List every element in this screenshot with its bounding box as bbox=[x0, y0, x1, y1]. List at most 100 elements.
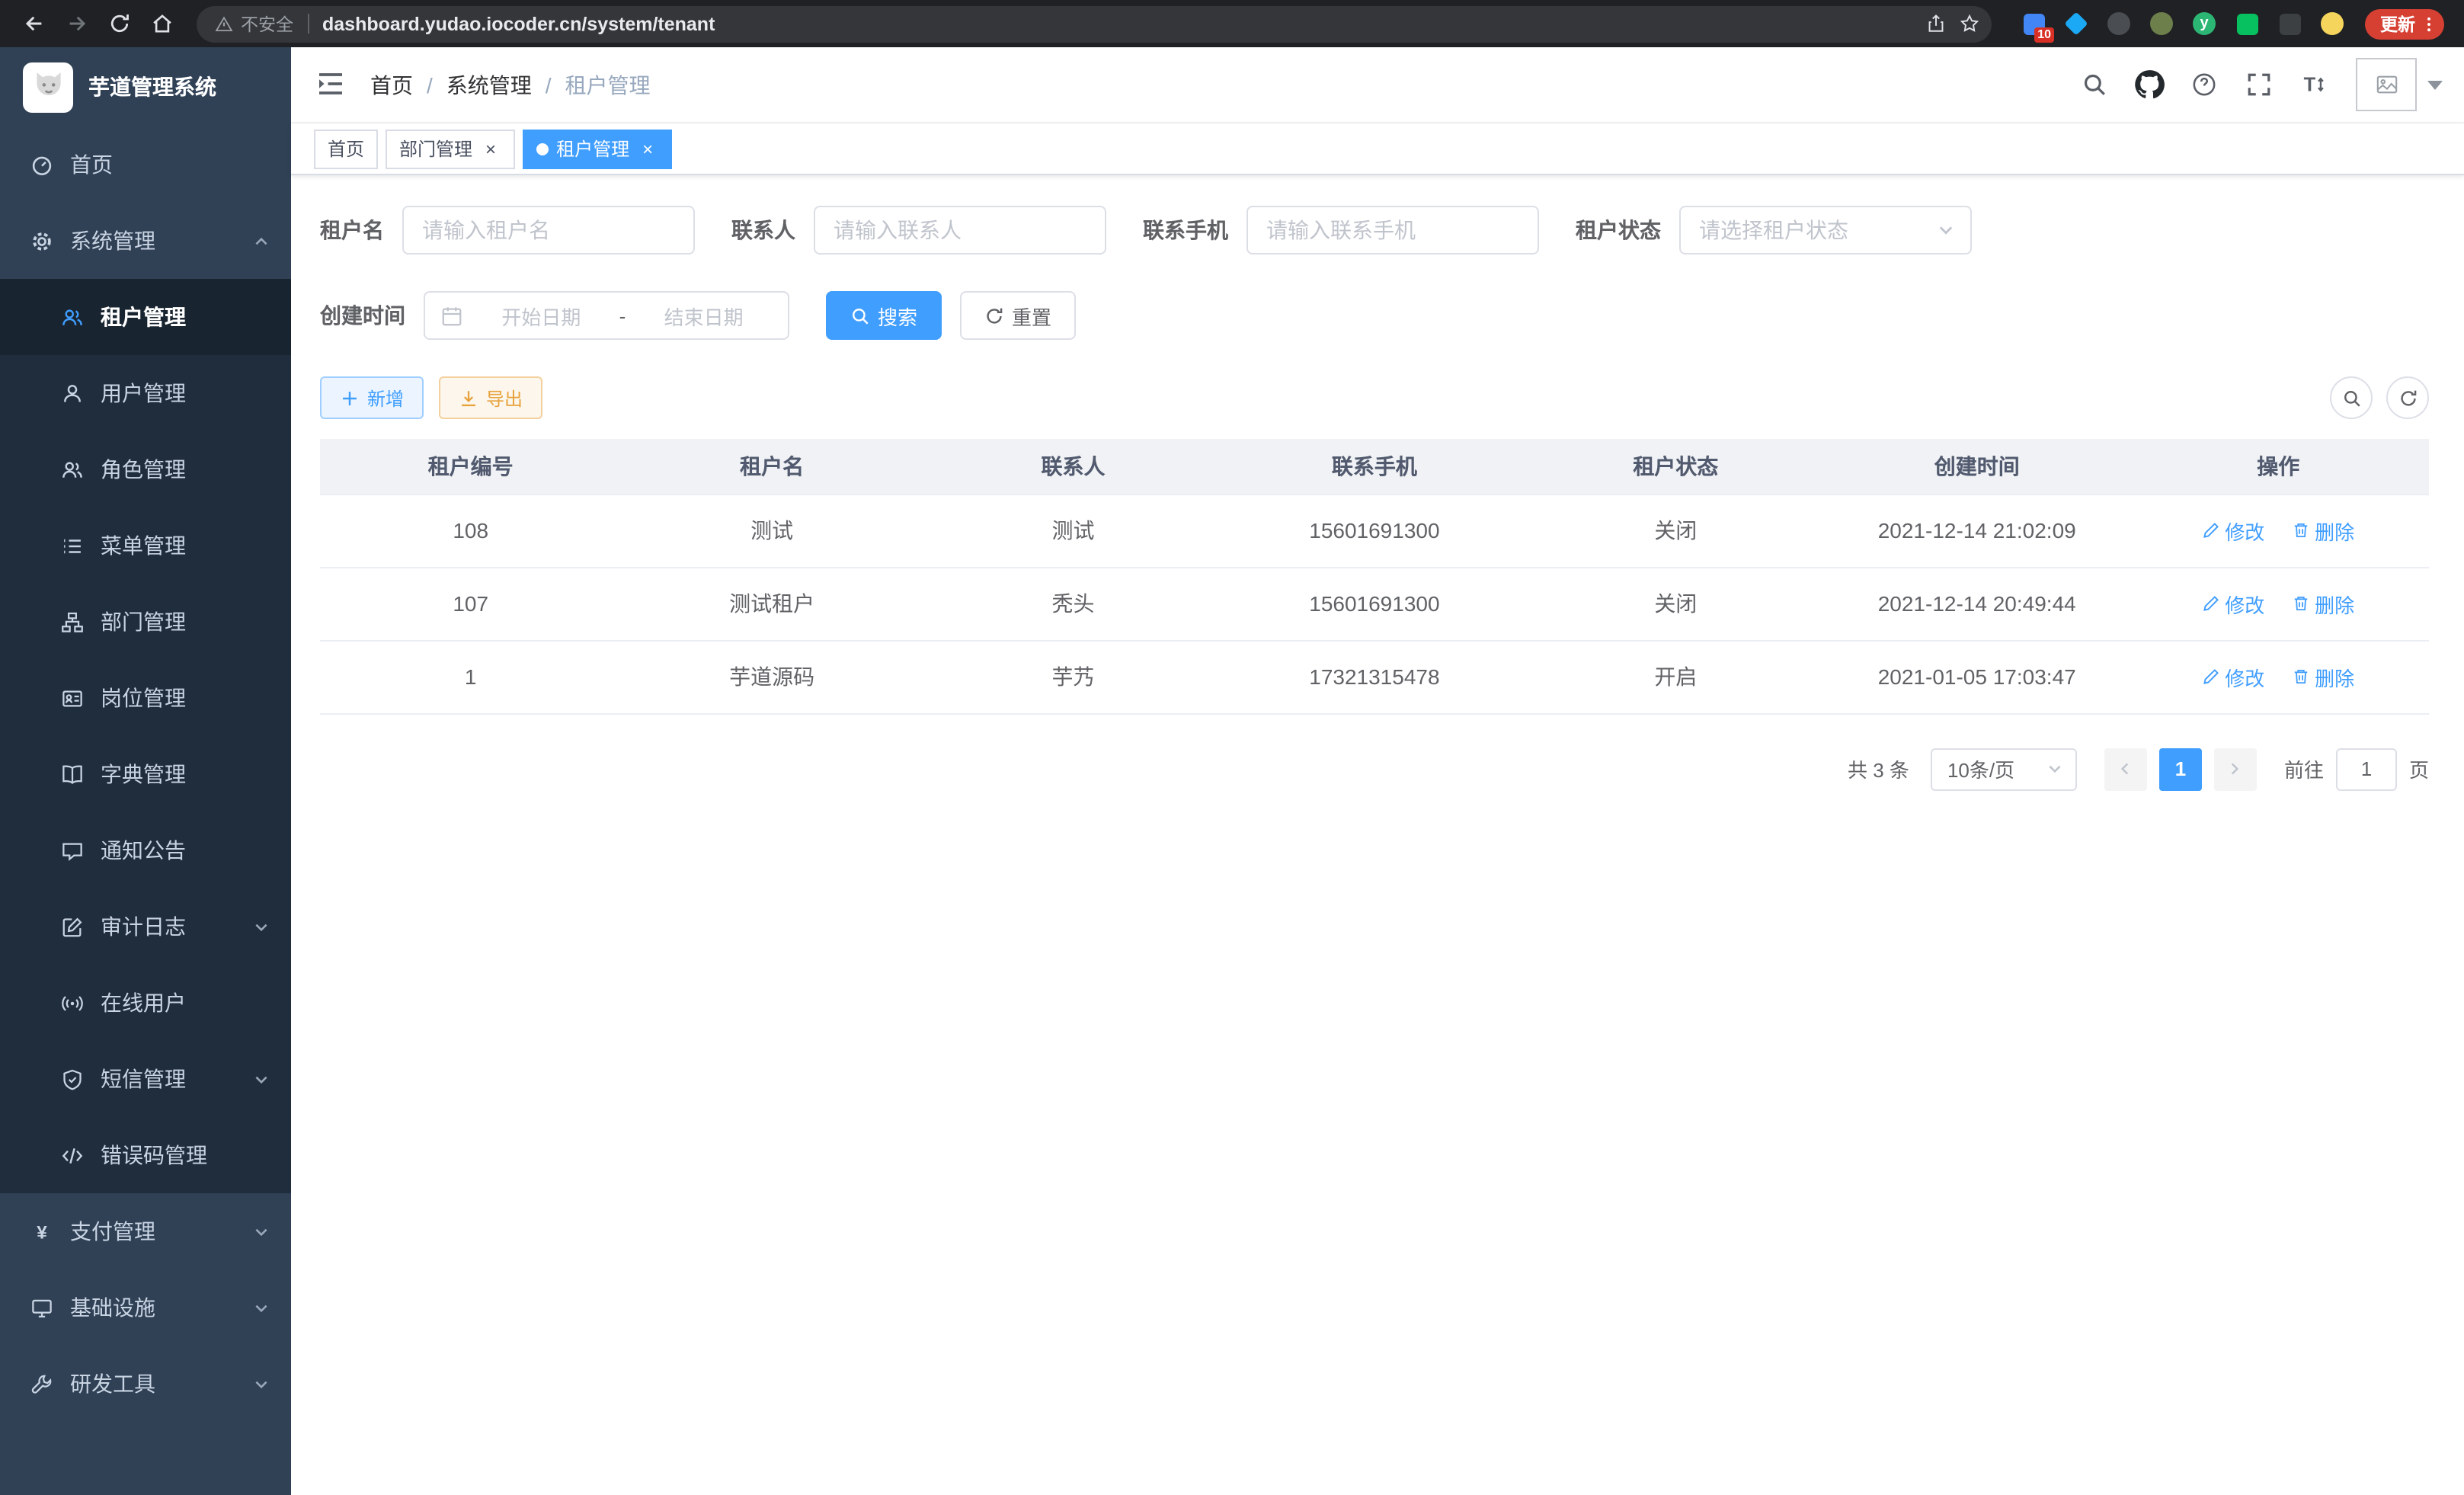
browser-forward-button[interactable] bbox=[56, 4, 96, 43]
browser-home-button[interactable] bbox=[142, 4, 181, 43]
fullscreen-icon bbox=[2245, 72, 2271, 98]
tags-view-bar: 首页 部门管理× 租户管理× bbox=[291, 123, 2464, 175]
phone-input[interactable] bbox=[1246, 206, 1539, 255]
post-badge-icon bbox=[61, 687, 84, 709]
cell-actions: 修改 删除 bbox=[2127, 567, 2429, 640]
pencil-icon bbox=[2202, 667, 2220, 686]
search-button[interactable]: 搜索 bbox=[826, 291, 942, 340]
font-size-button[interactable] bbox=[2295, 66, 2331, 103]
extension-badge: 10 bbox=[2034, 27, 2054, 43]
github-link[interactable] bbox=[2130, 66, 2167, 103]
app-logo[interactable]: 芋道管理系统 bbox=[0, 47, 291, 126]
chevron-down-icon bbox=[253, 1299, 270, 1316]
filter-phone: 联系手机 bbox=[1143, 206, 1539, 255]
cell-tenant-id: 1 bbox=[320, 640, 621, 713]
table-row: 108 测试 测试 15601691300 关闭 2021-12-14 21:0… bbox=[320, 494, 2429, 567]
status-select[interactable]: 请选择租户状态 bbox=[1679, 206, 1972, 255]
pencil-icon bbox=[2202, 594, 2220, 613]
edit-link[interactable]: 修改 bbox=[2202, 516, 2264, 545]
fullscreen-button[interactable] bbox=[2240, 66, 2277, 103]
sidebar-item-audit-log[interactable]: 审计日志 bbox=[0, 888, 291, 965]
total-count: 共 3 条 bbox=[1848, 754, 1909, 783]
edit-link[interactable]: 修改 bbox=[2202, 589, 2264, 618]
contact-input[interactable] bbox=[814, 206, 1106, 255]
sidebar-item-user-management[interactable]: 用户管理 bbox=[0, 355, 291, 431]
delete-link[interactable]: 删除 bbox=[2292, 516, 2354, 545]
refresh-table-button[interactable] bbox=[2386, 376, 2429, 419]
header-search-button[interactable] bbox=[2075, 66, 2112, 103]
user-menu[interactable] bbox=[2356, 58, 2443, 111]
extension-icon-2[interactable] bbox=[2062, 9, 2091, 38]
chevron-down-icon bbox=[253, 1071, 270, 1087]
export-button[interactable]: 导出 bbox=[439, 376, 542, 419]
sidebar-item-home[interactable]: 首页 bbox=[0, 126, 291, 203]
extension-icon-3[interactable] bbox=[2104, 9, 2133, 38]
date-range-picker[interactable]: 开始日期 - 结束日期 bbox=[424, 291, 789, 340]
sidebar-item-role-management[interactable]: 角色管理 bbox=[0, 431, 291, 507]
sidebar-item-error-code-management[interactable]: 错误码管理 bbox=[0, 1117, 291, 1193]
tab-close-icon[interactable]: × bbox=[480, 138, 501, 159]
cell-status: 开启 bbox=[1525, 640, 1826, 713]
extension-icon-4[interactable] bbox=[2147, 9, 2176, 38]
bookmark-button[interactable] bbox=[1952, 7, 1986, 40]
tab-home[interactable]: 首页 bbox=[314, 129, 378, 168]
extension-icon-6[interactable] bbox=[2232, 9, 2261, 38]
pagination: 共 3 条 10条/页 1 前往 页 bbox=[320, 748, 2429, 790]
delete-link[interactable]: 删除 bbox=[2292, 662, 2354, 691]
cell-tenant-name: 测试 bbox=[621, 494, 922, 567]
breadcrumb-separator: / bbox=[546, 72, 552, 97]
tab-dept-management[interactable]: 部门管理× bbox=[386, 129, 515, 168]
extension-icon-1[interactable]: 10 bbox=[2019, 9, 2048, 38]
help-button[interactable] bbox=[2185, 66, 2222, 103]
sidebar-item-dept-management[interactable]: 部门管理 bbox=[0, 584, 291, 660]
extension-icon-5[interactable]: y bbox=[2190, 9, 2219, 38]
sidebar-item-dev-tools[interactable]: 研发工具 bbox=[0, 1346, 291, 1422]
trash-icon bbox=[2292, 594, 2310, 613]
browser-back-button[interactable] bbox=[14, 4, 53, 43]
browser-chrome: 不安全 dashboard.yudao.iocoder.cn/system/te… bbox=[0, 0, 2464, 47]
contact-label: 联系人 bbox=[731, 215, 814, 245]
browser-update-button[interactable]: 更新 bbox=[2365, 8, 2444, 39]
extension-icon-8[interactable] bbox=[2318, 9, 2347, 38]
page-size-select[interactable]: 10条/页 bbox=[1931, 748, 2077, 790]
tenant-name-input[interactable] bbox=[402, 206, 695, 255]
sidebar-toggle-button[interactable] bbox=[315, 68, 349, 101]
goto-page-input[interactable] bbox=[2336, 748, 2397, 790]
url-text[interactable]: dashboard.yudao.iocoder.cn/system/tenant bbox=[322, 13, 1918, 34]
reset-button[interactable]: 重置 bbox=[960, 291, 1076, 340]
sidebar-item-online-users[interactable]: 在线用户 bbox=[0, 965, 291, 1041]
sidebar-item-tenant-management[interactable]: 租户管理 bbox=[0, 279, 291, 355]
sidebar-item-dict-management[interactable]: 字典管理 bbox=[0, 736, 291, 812]
chevron-down-icon bbox=[2046, 760, 2063, 777]
date-separator: - bbox=[619, 304, 626, 327]
sidebar-item-payment-management[interactable]: 支付管理 bbox=[0, 1193, 291, 1269]
breadcrumb-system[interactable]: 系统管理 bbox=[446, 69, 532, 100]
tab-tenant-management[interactable]: 租户管理× bbox=[523, 129, 672, 168]
next-page-button[interactable] bbox=[2214, 748, 2257, 790]
sidebar-item-menu-management[interactable]: 菜单管理 bbox=[0, 507, 291, 584]
sidebar-item-sms-management[interactable]: 短信管理 bbox=[0, 1041, 291, 1117]
breadcrumb-home[interactable]: 首页 bbox=[370, 69, 413, 100]
sidebar-item-system-management[interactable]: 系统管理 bbox=[0, 203, 291, 279]
notice-message-icon bbox=[61, 839, 84, 862]
breadcrumb: 首页 / 系统管理 / 租户管理 bbox=[370, 69, 651, 100]
sidebar-item-notice[interactable]: 通知公告 bbox=[0, 812, 291, 888]
page-content: 租户名 联系人 联系手机 租户状态 请选择租户状态 bbox=[291, 175, 2464, 1495]
browser-refresh-button[interactable] bbox=[99, 4, 139, 43]
page-number-1[interactable]: 1 bbox=[2159, 748, 2202, 790]
chevron-down-icon bbox=[1937, 221, 1955, 239]
top-navbar: 首页 / 系统管理 / 租户管理 bbox=[291, 47, 2464, 123]
toggle-search-button[interactable] bbox=[2330, 376, 2373, 419]
extension-icon-7[interactable] bbox=[2275, 9, 2304, 38]
security-indicator[interactable]: 不安全 bbox=[215, 11, 293, 36]
tab-close-icon[interactable]: × bbox=[637, 138, 658, 159]
address-bar[interactable]: 不安全 dashboard.yudao.iocoder.cn/system/te… bbox=[197, 5, 1992, 42]
sidebar-item-post-management[interactable]: 岗位管理 bbox=[0, 660, 291, 736]
delete-link[interactable]: 删除 bbox=[2292, 589, 2354, 618]
add-button[interactable]: 新增 bbox=[320, 376, 424, 419]
prev-page-button[interactable] bbox=[2104, 748, 2147, 790]
share-button[interactable] bbox=[1918, 7, 1952, 40]
sidebar-item-infrastructure[interactable]: 基础设施 bbox=[0, 1269, 291, 1346]
security-label: 不安全 bbox=[241, 11, 293, 36]
edit-link[interactable]: 修改 bbox=[2202, 662, 2264, 691]
